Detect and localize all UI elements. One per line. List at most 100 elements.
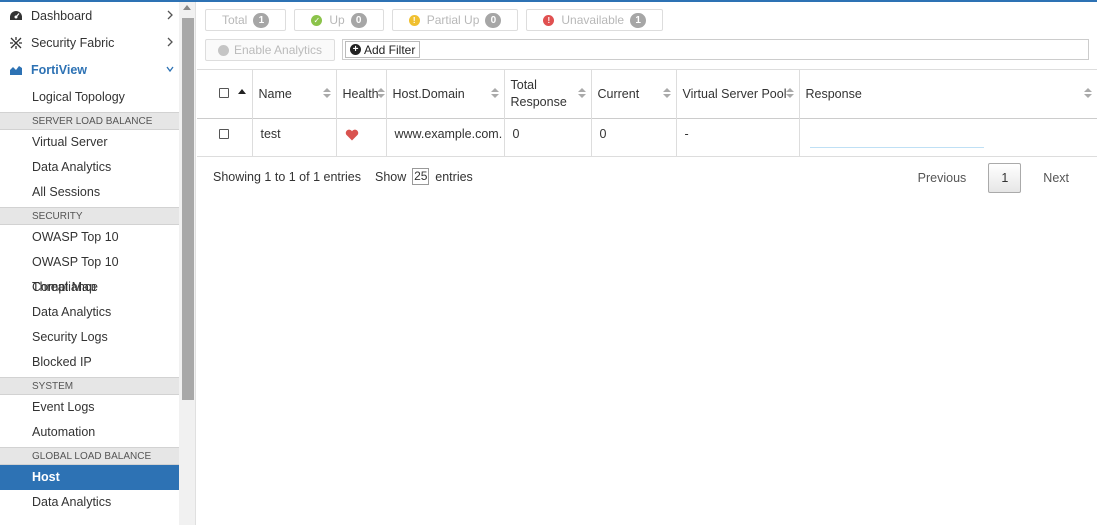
sidebar-item-all-sessions[interactable]: All Sessions <box>0 180 179 205</box>
sidebar-item-label: Security Fabric <box>31 35 115 50</box>
sidebar-section-server-load-balance: SERVER LOAD BALANCE <box>0 112 179 130</box>
column-header-total-response[interactable]: Total Response <box>504 70 592 118</box>
column-label: Name <box>258 86 292 101</box>
sidebar-item-security-fabric[interactable]: Security Fabric <box>0 29 179 56</box>
row-checkbox[interactable] <box>219 128 229 139</box>
column-header-current[interactable]: Current <box>591 70 677 118</box>
column-header-name[interactable]: Name <box>252 70 337 118</box>
sort-icon[interactable] <box>1084 88 1092 99</box>
cell-response <box>799 118 1097 156</box>
sidebar-item-dashboard[interactable]: Dashboard <box>0 2 179 29</box>
sidebar: Dashboard Security Fabric FortiView Logi… <box>0 2 179 525</box>
status-partial-up-button[interactable]: ! Partial Up 0 <box>391 9 519 31</box>
sidebar-item-data-analytics[interactable]: Data Analytics <box>0 155 179 180</box>
sort-icon[interactable] <box>376 88 385 99</box>
status-total-button[interactable]: Total 1 <box>205 9 287 31</box>
main-content: Total 1 ✓ Up 0 ! Partial Up 0 ! Unavaila… <box>197 2 1097 525</box>
heart-icon <box>345 129 358 140</box>
count-badge: 0 <box>485 12 502 28</box>
chevron-right-icon <box>167 37 173 47</box>
previous-page-button[interactable]: Previous <box>906 171 979 185</box>
button-label: Add Filter <box>364 42 416 57</box>
page-size-control: Show 25 entries <box>375 168 473 185</box>
enable-analytics-button[interactable]: Enable Analytics <box>205 39 336 61</box>
cell-health <box>336 118 387 156</box>
sidebar-item-automation[interactable]: Automation <box>0 420 179 445</box>
sidebar-item-label: FortiView <box>31 62 88 77</box>
add-filter-button[interactable]: + Add Filter <box>345 41 421 58</box>
status-label: Total <box>222 13 248 27</box>
cell-virtual-server-pool: - <box>676 118 800 156</box>
select-all-header[interactable] <box>197 70 253 118</box>
status-up-button[interactable]: ✓ Up 0 <box>294 9 384 31</box>
sidebar-item-label: Dashboard <box>31 8 93 23</box>
sidebar-scroll-thumb[interactable] <box>182 18 194 400</box>
cell-host-domain: www.example.com. <box>386 118 505 156</box>
sidebar-item-owasp-top-10-compliance[interactable]: OWASP Top 10 Compliance <box>0 250 179 294</box>
count-badge: 1 <box>253 12 270 28</box>
page-size-select[interactable]: 25 <box>412 168 430 185</box>
sidebar-item-fortiview[interactable]: FortiView <box>0 56 179 83</box>
status-label: Partial Up <box>426 13 480 27</box>
show-label: Show <box>375 169 407 184</box>
sidebar-item-host[interactable]: Host <box>0 465 179 490</box>
chevron-down-icon <box>166 66 174 73</box>
sidebar-item-data-analytics[interactable]: Data Analytics <box>0 300 179 325</box>
sidebar-item-threat-map[interactable]: Threat Map <box>0 275 179 300</box>
cell-name: test <box>252 118 337 156</box>
sidebar-item-owasp-top-10[interactable]: OWASP Top 10 <box>0 225 179 250</box>
sidebar-item-logical-topology[interactable]: Logical Topology <box>0 85 179 110</box>
column-label: Host.Domain <box>392 86 465 101</box>
count-badge: 1 <box>630 12 647 28</box>
sort-icon[interactable] <box>785 88 794 99</box>
pie-chart-icon <box>218 44 229 56</box>
table-info-text: Showing 1 to 1 of 1 entries <box>213 170 362 184</box>
filter-input[interactable]: + Add Filter <box>342 39 1089 60</box>
sort-ascending-icon[interactable] <box>237 89 246 94</box>
plus-circle-icon: + <box>350 44 361 55</box>
status-label: Unavailable <box>561 13 625 27</box>
column-label: Current <box>597 86 640 101</box>
dashboard-icon <box>9 9 23 23</box>
entries-label: entries <box>435 169 473 184</box>
warning-icon: ! <box>408 14 420 26</box>
toolbar: Enable Analytics + Add Filter <box>205 39 1089 61</box>
sort-icon[interactable] <box>322 88 331 99</box>
table-row[interactable]: test www.example.com. 0 0 - <box>197 118 1097 156</box>
table-header-row: Name Health Host.Domain Total Response C… <box>197 70 1097 118</box>
sort-icon[interactable] <box>577 88 586 99</box>
row-select-cell[interactable] <box>197 118 253 156</box>
column-label: Virtual Server Pool <box>682 86 787 101</box>
status-unavailable-button[interactable]: ! Unavailable 1 <box>526 9 664 31</box>
check-icon: ✓ <box>311 14 323 26</box>
sidebar-item-data-analytics[interactable]: Data Analytics <box>0 490 179 515</box>
pagination: Previous 1 Next <box>906 163 1081 193</box>
column-header-response[interactable]: Response <box>799 70 1097 118</box>
sidebar-item-security-logs[interactable]: Security Logs <box>0 325 179 350</box>
response-sparkline <box>809 146 984 148</box>
sidebar-section-system: SYSTEM <box>0 377 179 395</box>
chevron-right-icon <box>167 10 173 20</box>
sort-icon[interactable] <box>490 88 499 99</box>
page-button-1[interactable]: 1 <box>988 163 1022 193</box>
sidebar-item-event-logs[interactable]: Event Logs <box>0 395 179 420</box>
cell-current: 0 <box>591 118 677 156</box>
column-label: Total Response <box>510 77 567 109</box>
security-fabric-icon <box>9 36 23 50</box>
count-badge: 0 <box>350 12 367 28</box>
next-page-button[interactable]: Next <box>1031 171 1081 185</box>
sidebar-item-virtual-server[interactable]: Virtual Server <box>0 130 179 155</box>
column-header-virtual-server-pool[interactable]: Virtual Server Pool <box>676 70 800 118</box>
sidebar-section-global-load-balance: GLOBAL LOAD BALANCE <box>0 447 179 465</box>
column-label: Health <box>342 86 379 101</box>
sort-icon[interactable] <box>662 88 671 99</box>
sidebar-item-blocked-ip[interactable]: Blocked IP <box>0 350 179 375</box>
host-table: Name Health Host.Domain Total Response C… <box>197 69 1097 157</box>
scroll-up-arrow-icon[interactable] <box>183 5 191 10</box>
column-header-host-domain[interactable]: Host.Domain <box>386 70 505 118</box>
column-label: Response <box>805 86 862 101</box>
status-filter-bar: Total 1 ✓ Up 0 ! Partial Up 0 ! Unavaila… <box>205 9 664 31</box>
select-all-checkbox[interactable] <box>219 87 229 98</box>
column-header-health[interactable]: Health <box>336 70 387 118</box>
error-icon: ! <box>543 14 555 26</box>
